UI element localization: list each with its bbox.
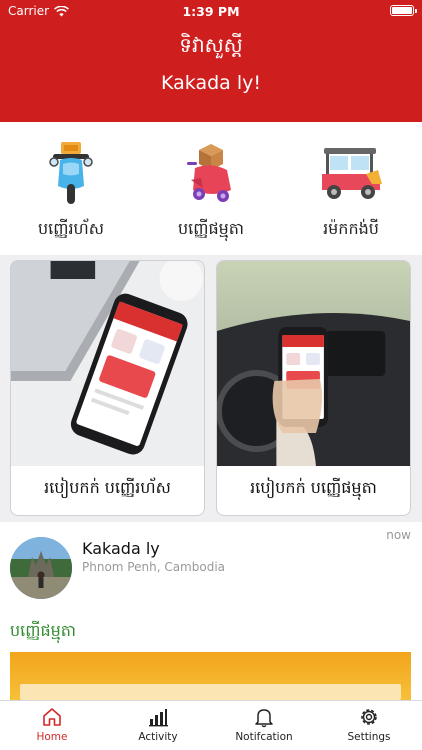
- guide-label: របៀបកក់ បញ្ញើរហ័ស: [44, 478, 171, 497]
- service-express[interactable]: បញ្ញើរហ័ស: [1, 140, 141, 242]
- tab-home[interactable]: Home: [12, 706, 92, 743]
- service-label: រម៉កកង់បី: [323, 219, 379, 238]
- user-greeting: Kakada ly!: [161, 72, 261, 94]
- delivery-box-scooter-icon: [187, 144, 231, 202]
- service-label: បញ្ញើរហ័ស: [37, 219, 104, 238]
- tab-label: Home: [36, 731, 68, 743]
- tab-label: Activity: [138, 731, 178, 743]
- home-icon: [43, 708, 61, 726]
- tab-notification[interactable]: Notifcation: [224, 706, 304, 743]
- service-tuktuk[interactable]: រម៉កកង់បី: [281, 140, 421, 242]
- service-parcel[interactable]: បញ្ញើផម្មុតា: [141, 140, 281, 242]
- guide-card-parcel[interactable]: របៀបកក់ បញ្ញើផម្មុតា: [216, 260, 411, 516]
- feed-post[interactable]: Kakada ly Phnom Penh, Cambodia now បញ្ញើ…: [0, 522, 422, 700]
- guide-image-phone-on-desk: [11, 261, 204, 466]
- tab-bar: Home Activity Notifcation Settings: [0, 700, 422, 750]
- status-bar: Carrier 1:39 PM: [0, 0, 422, 24]
- battery-icon: [390, 5, 417, 16]
- guide-label: របៀបកក់ បញ្ញើផម្មុតា: [250, 478, 377, 497]
- bar-chart-icon: [149, 709, 168, 727]
- guide-image-phone-in-car: [217, 261, 410, 466]
- tab-settings[interactable]: Settings: [329, 706, 409, 743]
- guide-card-express[interactable]: របៀបកក់ បញ្ញើរហ័ស: [10, 260, 205, 516]
- tab-label: Notifcation: [235, 731, 293, 743]
- header: Carrier 1:39 PM ទិវាសួស្តី Kakada ly!: [0, 0, 422, 122]
- avatar-photo: [10, 537, 72, 599]
- avatar[interactable]: [10, 537, 72, 599]
- post-category: បញ្ញើផម្មុតា: [10, 621, 77, 640]
- post-timestamp: now: [386, 528, 411, 542]
- post-image[interactable]: [10, 652, 411, 700]
- tab-activity[interactable]: Activity: [118, 706, 198, 743]
- post-location: Phnom Penh, Cambodia: [82, 560, 226, 574]
- tab-label: Settings: [347, 731, 391, 743]
- bell-icon: [255, 709, 273, 728]
- status-time: 1:39 PM: [182, 4, 240, 19]
- service-label: បញ្ញើផម្មុតា: [177, 219, 244, 238]
- services-panel: បញ្ញើរហ័ស បញ្ញើផម្មុតា រម៉កកង់បី: [0, 122, 422, 255]
- post-author-name[interactable]: Kakada ly: [82, 539, 160, 558]
- gear-icon: [361, 709, 377, 725]
- scooter-icon: [49, 142, 93, 204]
- greeting-title: ទិវាសួស្តី: [179, 33, 243, 57]
- tuk-tuk-icon: [322, 148, 382, 199]
